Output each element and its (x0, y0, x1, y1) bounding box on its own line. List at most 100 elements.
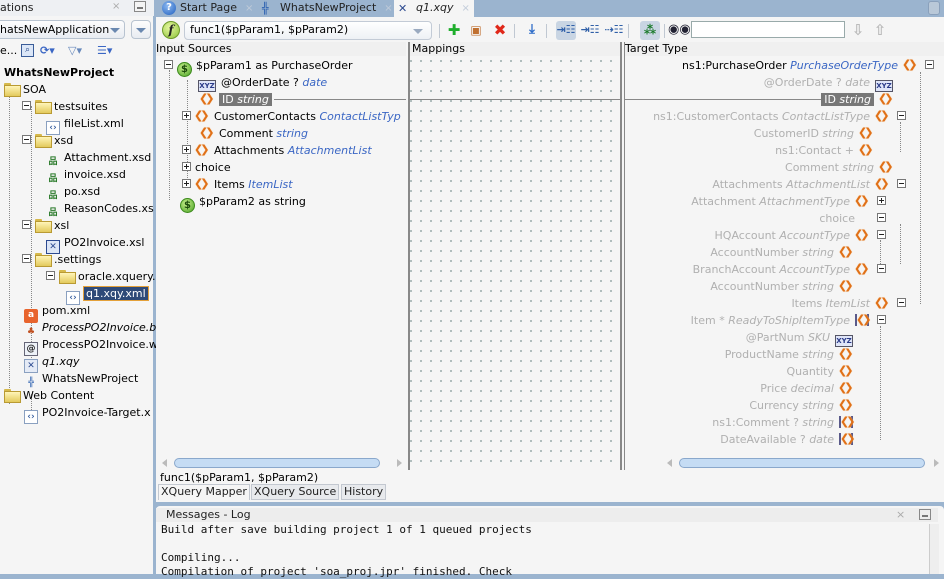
find-icon[interactable]: ⌕ (21, 44, 34, 57)
collapse-icon[interactable] (22, 254, 31, 263)
tree-item-invoice-xsd[interactable]: 品 invoice.xsd (46, 166, 125, 184)
sync-icon[interactable]: ⟳▾ (40, 44, 55, 57)
input-node-orderdate[interactable]: XYZ @OrderDate ? date (198, 74, 327, 92)
collapse-icon[interactable] (22, 101, 31, 110)
tree-item-po-xsd[interactable]: 品 po.xsd (46, 183, 100, 201)
tab-history[interactable]: History (341, 484, 387, 500)
tree-item-reasoncodes-xsd[interactable]: 品 ReasonCodes.xs (46, 200, 153, 218)
tree-item-project-root[interactable]: WhatsNewProject (4, 64, 114, 81)
input-node-id[interactable]: ID string (199, 90, 272, 108)
layout-tree-icon[interactable]: ⇢☷ (604, 21, 624, 40)
collapse-icon[interactable] (22, 220, 31, 229)
tab-xquery-source[interactable]: XQuery Source (251, 484, 340, 500)
collapse-icon[interactable] (877, 315, 886, 324)
tree-item-xsl[interactable]: xsl (22, 217, 69, 234)
expand-icon[interactable] (182, 111, 191, 120)
tab-xquery-mapper[interactable]: XQuery Mapper (158, 484, 250, 500)
target-node[interactable]: ns1:CustomerContacts ContactListType (653, 107, 910, 125)
tree-item-soa[interactable]: SOA (4, 81, 46, 98)
add-function-icon[interactable]: ✚ (444, 21, 464, 40)
target-node[interactable]: ID string (821, 90, 910, 108)
input-node-attachments[interactable]: Attachments AttachmentList (182, 141, 372, 159)
tree-item-bpel[interactable]: ♣ ProcessPO2Invoice.b (24, 319, 156, 337)
target-node[interactable]: BranchAccount AccountType (693, 260, 890, 278)
tab-whatsnewproject[interactable]: ╬ WhatsNewProject × (258, 0, 393, 17)
expand-icon[interactable] (182, 179, 191, 188)
tree-item-po2invoice-xsl[interactable]: ✕ PO2Invoice.xsl (46, 234, 144, 254)
collapse-icon[interactable] (897, 111, 906, 120)
tree-item-wsdl[interactable]: @ ProcessPO2Invoice.w (24, 336, 158, 356)
tree-item-q1-xqy-xml[interactable]: ‹› q1.xqy.xml (66, 285, 149, 305)
target-node[interactable]: ns1:Comment ? string (712, 413, 870, 431)
target-node[interactable]: @OrderDate ? date XYZ (764, 74, 910, 92)
find-binoculars-icon[interactable]: ◉◉ (668, 21, 691, 40)
options-icon[interactable]: ☰▾ (97, 44, 112, 57)
collapse-icon[interactable] (46, 271, 55, 280)
target-node[interactable]: @PartNum SKU XYZ (746, 329, 870, 347)
function-selector[interactable]: func1($pParam1, $pParam2) (184, 21, 432, 40)
find-next-icon[interactable]: ⇩ (848, 21, 868, 40)
scrollbar-thumb[interactable] (174, 458, 380, 468)
collapse-icon[interactable] (925, 60, 934, 69)
tab-start-page[interactable]: ? Start Page × (158, 0, 256, 17)
scroll-left-icon[interactable] (162, 459, 167, 467)
log-vscrollbar[interactable] (929, 524, 939, 574)
collapse-icon[interactable] (897, 179, 906, 188)
tree-item-web-content[interactable]: Web Content (4, 387, 94, 404)
target-node[interactable]: Quantity (786, 362, 870, 380)
target-node[interactable]: DateAvailable ? date (720, 430, 870, 448)
mapping-line[interactable] (410, 99, 620, 100)
target-node[interactable]: Attachment AttachmentType (691, 192, 890, 210)
tree-item-settings[interactable]: .settings (22, 251, 101, 268)
tree-item-q1-xqy[interactable]: ✕ q1.xqy (24, 353, 79, 373)
delete-icon[interactable]: ✖ (490, 21, 510, 40)
target-node[interactable]: Currency string (749, 396, 870, 414)
expand-icon[interactable] (182, 145, 191, 154)
collapse-icon[interactable] (22, 135, 31, 144)
tree-item-oracle-xquery[interactable]: oracle.xquery.ma (46, 268, 173, 285)
target-node[interactable]: ProductName string (725, 345, 870, 363)
minimize-icon[interactable] (134, 1, 146, 12)
collapse-icon[interactable] (164, 60, 173, 69)
target-node[interactable]: AccountNumber string (710, 243, 870, 261)
application-selector[interactable]: hatsNewApplication (0, 20, 125, 39)
tree-item-filelist[interactable]: ‹› fileList.xml (46, 115, 124, 135)
collapse-icon[interactable] (877, 230, 886, 239)
input-node-customercontacts[interactable]: CustomerContacts ContactListTyp (182, 107, 401, 125)
target-node[interactable]: AccountNumber string (710, 277, 870, 295)
target-node[interactable]: Price decimal (760, 379, 870, 397)
input-node-items[interactable]: Items ItemList (182, 175, 293, 193)
minimize-icon[interactable] (919, 509, 931, 520)
editor-list-button[interactable] (928, 1, 940, 15)
tree-item-whatsnewproject[interactable]: ╬ WhatsNewProject (24, 370, 138, 388)
target-node[interactable]: choice (819, 210, 890, 227)
collapse-icon[interactable] (897, 298, 906, 307)
layout-top-icon[interactable]: ⇥☷ (580, 21, 600, 40)
target-node[interactable]: HQAccount AccountType (715, 226, 890, 244)
close-tab-icon[interactable]: × (461, 3, 469, 14)
expand-icon[interactable] (182, 162, 191, 171)
tree-item-xsd[interactable]: xsd (22, 132, 73, 149)
input-node-pparam1[interactable]: $ $pParam1 as PurchaseOrder (164, 57, 353, 77)
target-node[interactable]: ns1:Contact + (775, 141, 890, 159)
input-node-choice[interactable]: choice (182, 159, 231, 176)
tab-q1-xqy[interactable]: ✕ q1.xqy × (394, 0, 474, 17)
scroll-right-icon[interactable] (934, 459, 939, 467)
target-node[interactable]: ns1:PurchaseOrder PurchaseOrderType (682, 56, 938, 74)
scroll-left-icon[interactable] (667, 459, 672, 467)
close-tab-icon[interactable]: × (245, 3, 253, 14)
new-document-icon[interactable]: ▣ (466, 21, 486, 40)
layout-left-icon[interactable]: ⇥☷ (556, 21, 576, 40)
find-previous-icon[interactable]: ⇧ (870, 21, 890, 40)
import-icon[interactable]: ⤓ (522, 21, 542, 40)
target-node[interactable]: CustomerID string (754, 124, 890, 142)
filter-icon[interactable]: ▽▾ (68, 44, 82, 57)
target-hscrollbar[interactable] (665, 457, 941, 469)
tree-item-testsuites[interactable]: testsuites (22, 98, 108, 115)
target-node[interactable]: Items ItemList (791, 294, 910, 312)
collapse-icon[interactable] (877, 213, 886, 222)
collapse-icon[interactable] (877, 264, 886, 273)
scroll-right-icon[interactable] (397, 459, 402, 467)
expand-icon[interactable] (877, 196, 886, 205)
close-tab-icon[interactable]: × (384, 3, 392, 14)
